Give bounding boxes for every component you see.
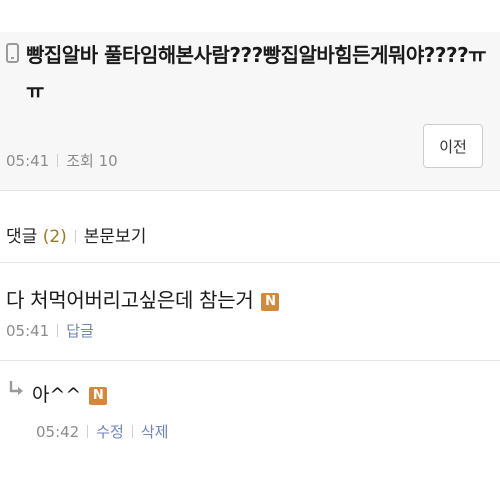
reply-link[interactable]: 답글: [66, 322, 94, 340]
post-time: 05:41: [6, 152, 50, 170]
post-header: 빵집알바 풀타임해본사람???빵집알바힘든게뭐야????ㅠㅠ 05:41 조회 1…: [0, 32, 500, 190]
comment-meta: 05:41 답글: [6, 320, 94, 341]
comment-text: 다 처먹어버리고싶은데 참는거 N: [6, 284, 280, 313]
meta-separator: [57, 154, 59, 167]
header-divider: [0, 190, 500, 191]
reply-text: 아^^ N: [32, 380, 108, 407]
comment-divider: [0, 360, 500, 361]
post-meta: 05:41 조회 10: [6, 150, 118, 171]
delete-link[interactable]: 삭제: [141, 423, 169, 441]
new-badge: N: [89, 387, 108, 405]
comments-divider: [0, 262, 500, 263]
post-title: 빵집알바 풀타임해본사람???빵집알바힘든게뭐야????ㅠㅠ: [26, 43, 487, 103]
reply-body: 아^^: [32, 384, 82, 406]
reply-meta: 05:42 수정 삭제: [36, 421, 168, 442]
bar-separator: [74, 230, 76, 243]
new-badge: N: [261, 293, 280, 311]
post-views: 조회 10: [66, 152, 118, 170]
meta-separator: [87, 425, 89, 438]
comments-bar: 댓글 (2) 본문보기: [6, 222, 146, 247]
prev-button[interactable]: 이전: [423, 124, 483, 168]
comment-time: 05:41: [6, 322, 50, 340]
meta-separator: [131, 425, 133, 438]
mobile-phone-icon: [6, 43, 19, 63]
reply-arrow-icon: [9, 381, 23, 395]
comments-count: (2): [42, 227, 67, 247]
reply-time: 05:42: [36, 423, 80, 441]
meta-separator: [57, 324, 59, 337]
edit-link[interactable]: 수정: [96, 423, 124, 441]
comments-label[interactable]: 댓글: [6, 227, 37, 247]
view-post-link[interactable]: 본문보기: [84, 227, 147, 247]
comment-body: 다 처먹어버리고싶은데 참는거: [6, 288, 254, 312]
